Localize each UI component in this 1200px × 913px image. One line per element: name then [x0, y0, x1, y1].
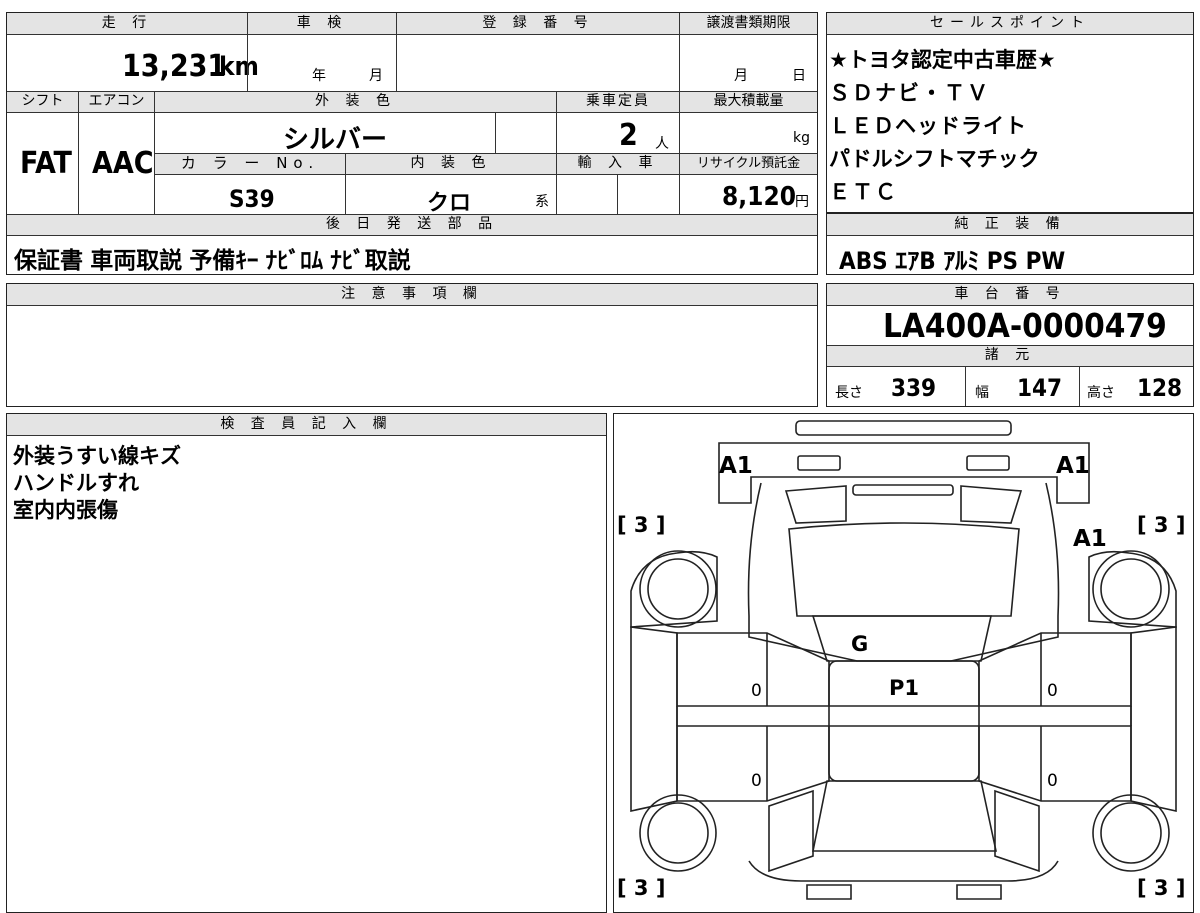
- tire-mark-br: [ 3 ]: [1137, 876, 1185, 900]
- sales-line: ★トヨタ認定中古車歴★: [829, 48, 1056, 72]
- recycle-unit: 円: [795, 194, 809, 210]
- transfer-day: 日: [792, 68, 806, 84]
- shift-value: FAT: [20, 146, 72, 181]
- interior-value: クロ: [427, 191, 472, 216]
- color-no-header: カ ラ ー No.: [155, 153, 345, 174]
- capacity-header: 乗車定員: [557, 91, 679, 112]
- color-no-value: S39: [229, 185, 275, 213]
- capacity-value: 2: [619, 118, 638, 153]
- sales-line: ＬＥＤヘッドライト: [829, 114, 1027, 138]
- height-value: 128: [1137, 374, 1183, 402]
- length-value: 339: [891, 374, 937, 402]
- exterior-header: 外 装 色: [155, 91, 556, 112]
- inspector-note: 室内内張傷: [13, 498, 118, 522]
- aircon-value: AAC: [92, 146, 154, 181]
- equipment-header: 純 正 装 備: [827, 214, 1193, 235]
- mark-floor: P1: [889, 676, 919, 700]
- mark-a1-left: A1: [719, 453, 753, 479]
- equipment-value: ABS ｴｱB ｱﾙﾐ PS PW: [839, 247, 1066, 275]
- door-rl-mark: 0: [751, 771, 762, 791]
- interior-header: 内 装 色: [346, 153, 556, 174]
- equipment-box: 純 正 装 備 ABS ｴｱB ｱﾙﾐ PS PW: [826, 213, 1194, 275]
- caution-header: 注 意 事 項 欄: [7, 284, 817, 305]
- tire-mark-tl: [ 3 ]: [617, 513, 665, 537]
- tire-mark-tr: [ 3 ]: [1137, 513, 1185, 537]
- door-fl-mark: 0: [751, 681, 762, 701]
- mark-a1-right: A1: [1056, 453, 1090, 479]
- door-rr-mark: 0: [1047, 771, 1058, 791]
- tire-mark-bl: [ 3 ]: [617, 876, 665, 900]
- interior-suffix: 系: [535, 194, 549, 210]
- inspection-header: 車 検: [248, 13, 396, 34]
- exterior-value: シルバー: [283, 125, 388, 155]
- height-label: 高さ: [1087, 385, 1115, 401]
- import-header: 輸 入 車: [557, 153, 679, 174]
- door-fr-mark: 0: [1047, 681, 1058, 701]
- sales-points-box: セールスポイント ★トヨタ認定中古車歴★ ＳＤナビ・ＴＶ ＬＥＤヘッドライト パ…: [826, 12, 1194, 213]
- parts-value: 保証書 車両取説 予備ｷｰ ﾅﾋﾞﾛﾑ ﾅﾋﾞ取説: [14, 248, 411, 274]
- shift-header: シフト: [7, 91, 78, 112]
- width-label: 幅: [975, 385, 989, 401]
- transfer-header: 譲渡書類期限: [680, 13, 817, 34]
- chassis-number: LA400A-0000479: [883, 306, 1167, 345]
- maxload-header: 最大積載量: [680, 91, 817, 112]
- parts-header: 後 日 発 送 部 品: [7, 214, 817, 235]
- car-diagram-box: A1 A1 A1 [ 3 ] [ 3 ] [ 3 ] [ 3 ] G P1 0 …: [613, 413, 1194, 913]
- sales-line: ＳＤナビ・ＴＶ: [829, 81, 990, 105]
- car-diagram: A1 A1 A1 [ 3 ] [ 3 ] [ 3 ] [ 3 ] G P1 0 …: [617, 420, 1185, 900]
- inspector-box: 検 査 員 記 入 欄 外装うすい線キズ ハンドルすれ 室内内張傷: [6, 413, 607, 913]
- chassis-box: 車 台 番 号 LA400A-0000479 諸 元 長さ 339 幅 147 …: [826, 283, 1194, 407]
- recycle-value: 8,120: [722, 182, 796, 212]
- vehicle-info-box: 走 行 車 検 登 録 番 号 譲渡書類期限 13,231 km 年 月 月 日…: [6, 12, 818, 275]
- registration-header: 登 録 番 号: [397, 13, 679, 34]
- mark-a1-side: A1: [1073, 526, 1107, 552]
- length-label: 長さ: [835, 385, 863, 401]
- mark-glass: G: [851, 632, 868, 656]
- inspector-header: 検 査 員 記 入 欄: [7, 414, 606, 435]
- transfer-month: 月: [734, 68, 748, 84]
- caution-box: 注 意 事 項 欄: [6, 283, 818, 407]
- inspector-note: 外装うすい線キズ: [13, 444, 181, 468]
- mileage-header: 走 行: [7, 13, 247, 34]
- mileage-unit: km: [219, 52, 259, 82]
- inspection-month: 月: [369, 68, 383, 84]
- recycle-header: リサイクル預託金: [680, 153, 817, 174]
- mileage-value: 13,231: [122, 49, 227, 84]
- aircon-header: エアコン: [79, 91, 154, 112]
- sales-line: パドルシフトマチック: [829, 147, 1040, 171]
- width-value: 147: [1017, 374, 1063, 402]
- sales-header: セールスポイント: [827, 13, 1193, 34]
- maxload-unit: kg: [793, 130, 810, 146]
- chassis-header: 車 台 番 号: [827, 284, 1193, 305]
- capacity-unit: 人: [655, 136, 669, 152]
- sales-line: ＥＴＣ: [829, 180, 898, 204]
- specs-header: 諸 元: [827, 345, 1193, 366]
- inspection-year: 年: [312, 68, 326, 84]
- inspector-note: ハンドルすれ: [13, 471, 139, 495]
